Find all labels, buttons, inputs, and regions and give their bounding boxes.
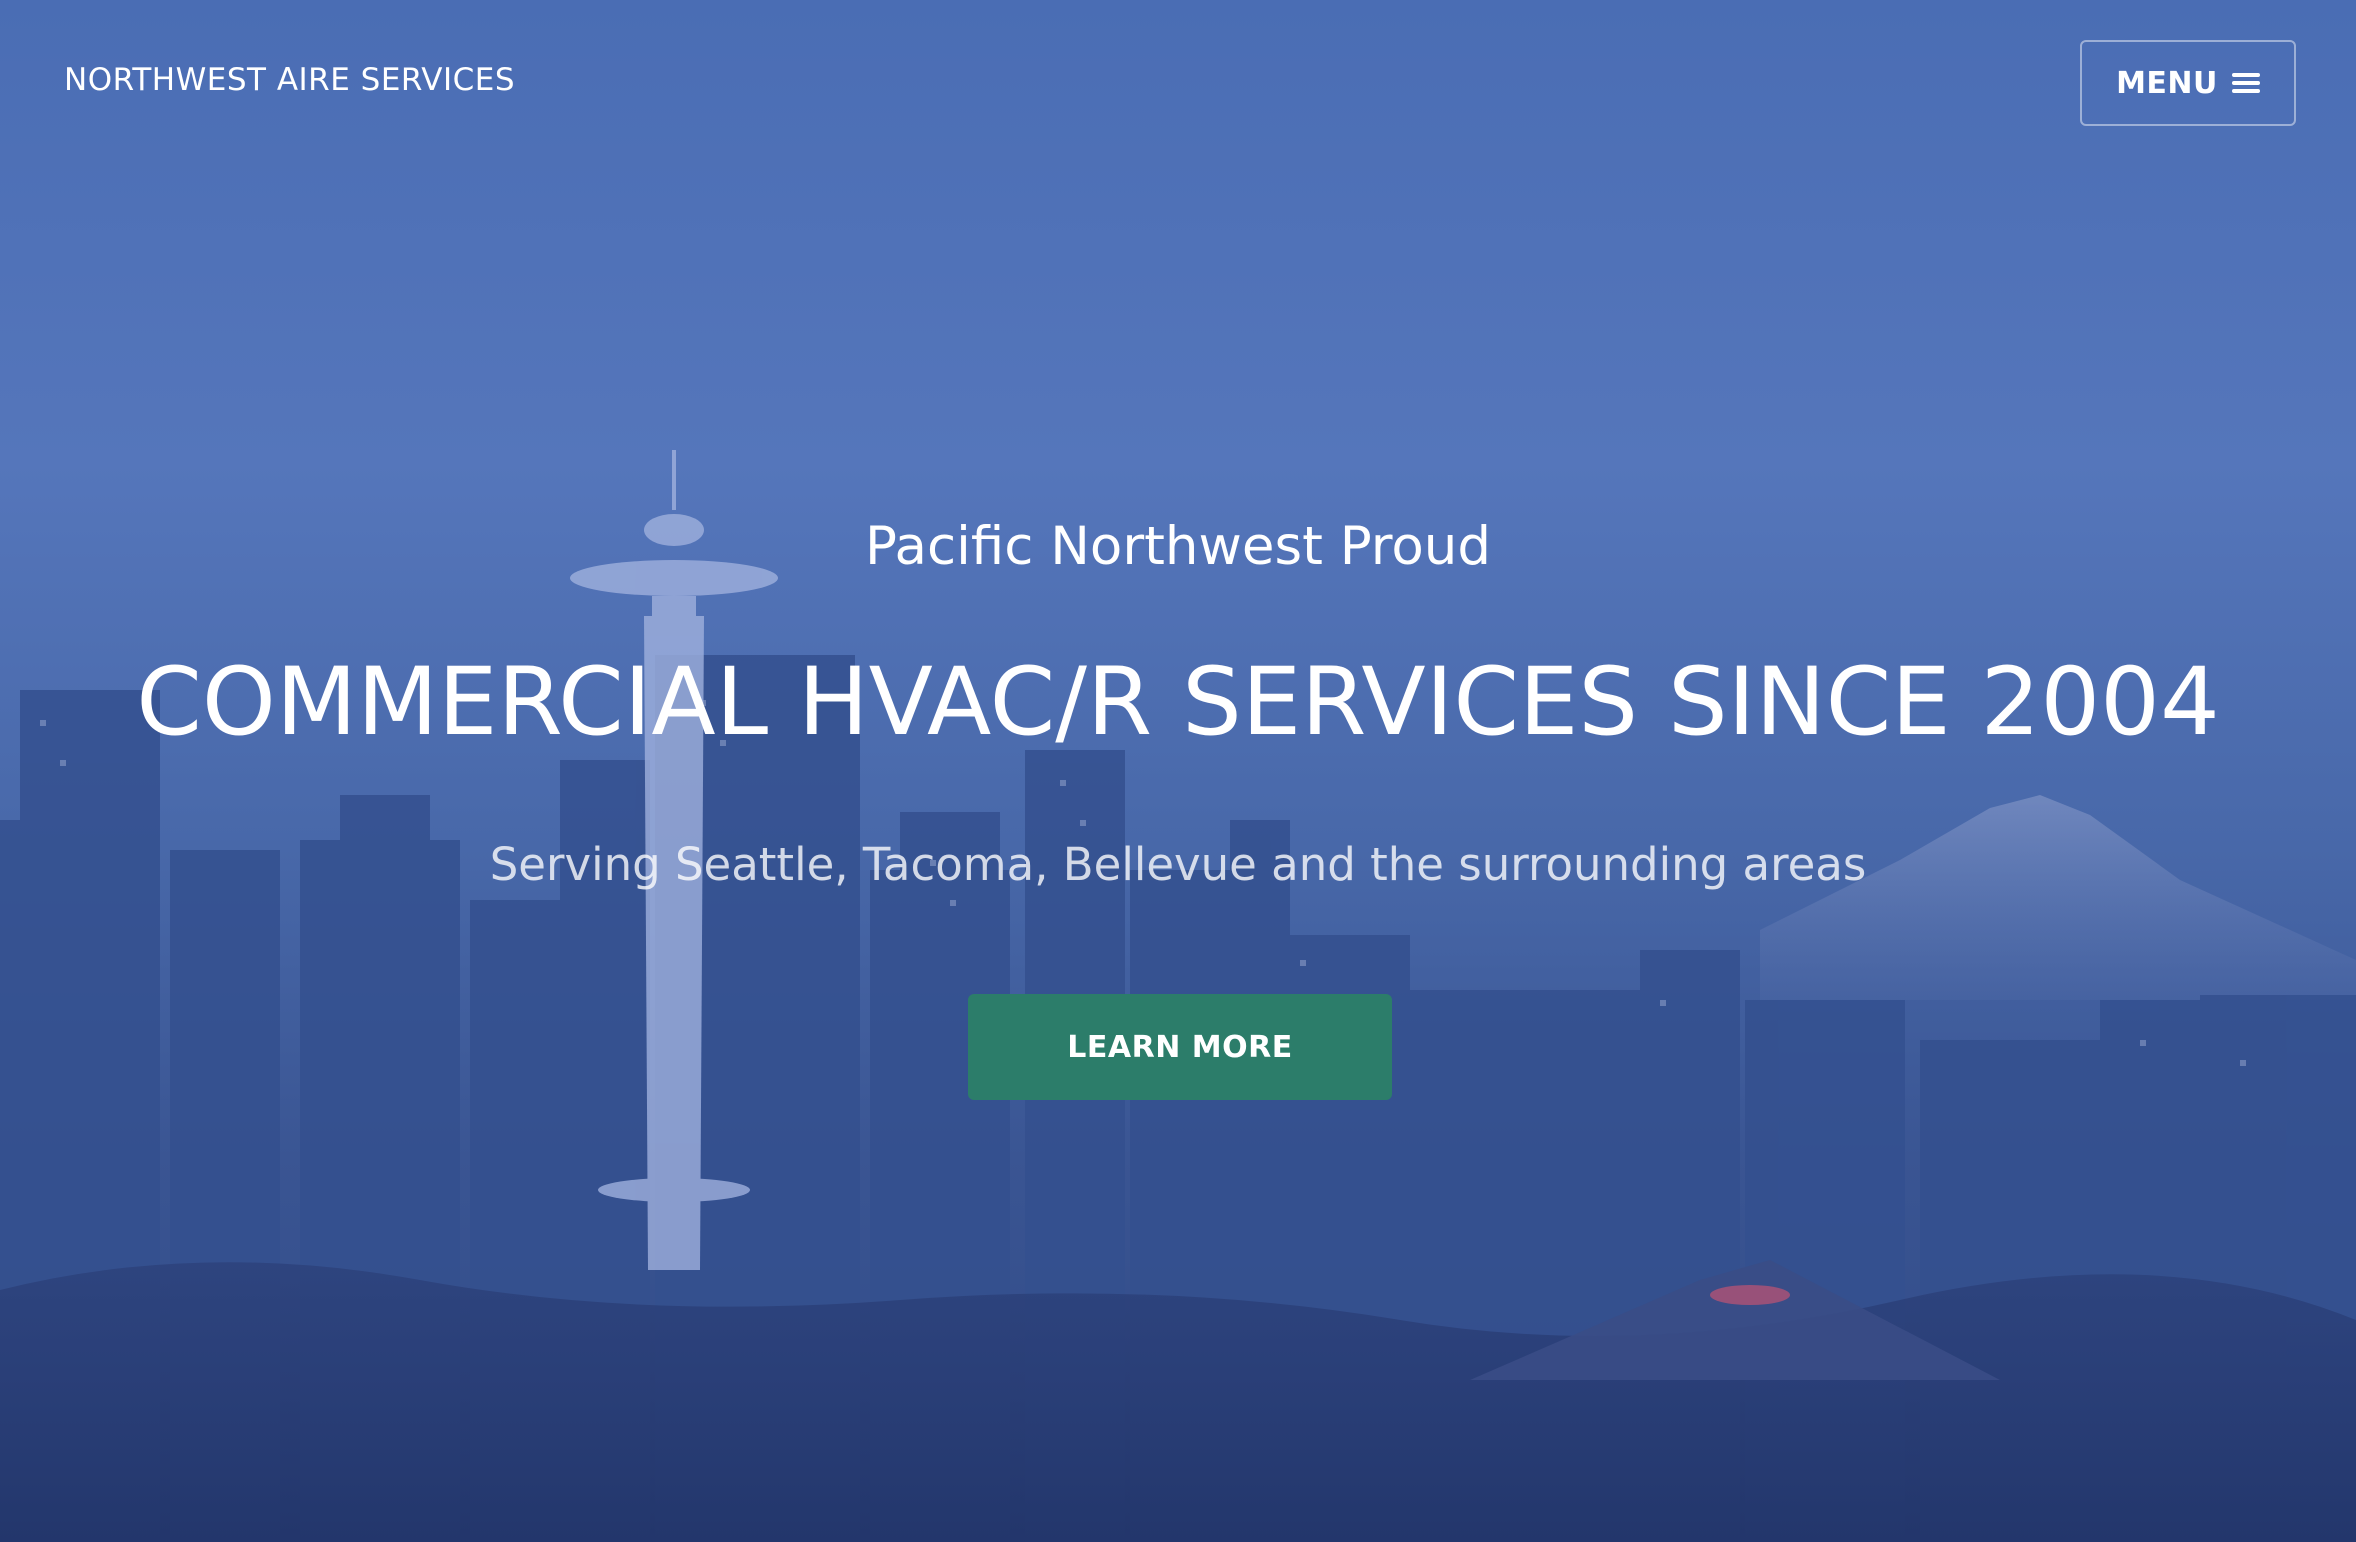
- brand-logo-link[interactable]: NORTHWEST AIRE SERVICES: [64, 62, 515, 98]
- top-navbar: NORTHWEST AIRE SERVICES MENU: [0, 0, 2356, 170]
- hero-section: NORTHWEST AIRE SERVICES MENU Pacific Nor…: [0, 0, 2356, 1542]
- hero-eyebrow: Pacific Northwest Proud: [864, 516, 1492, 577]
- hero-headline: COMMERCIAL HVAC/R SERVICES SINCE 2004: [136, 648, 2220, 757]
- hamburger-icon: [2231, 71, 2260, 95]
- hero-subline: Serving Seattle, Tacoma, Bellevue and th…: [489, 838, 1867, 891]
- menu-button[interactable]: MENU: [2080, 40, 2296, 126]
- hero-background-image: [0, 450, 2356, 1542]
- learn-more-button[interactable]: LEARN MORE: [968, 994, 1392, 1100]
- menu-button-label: MENU: [2116, 65, 2218, 101]
